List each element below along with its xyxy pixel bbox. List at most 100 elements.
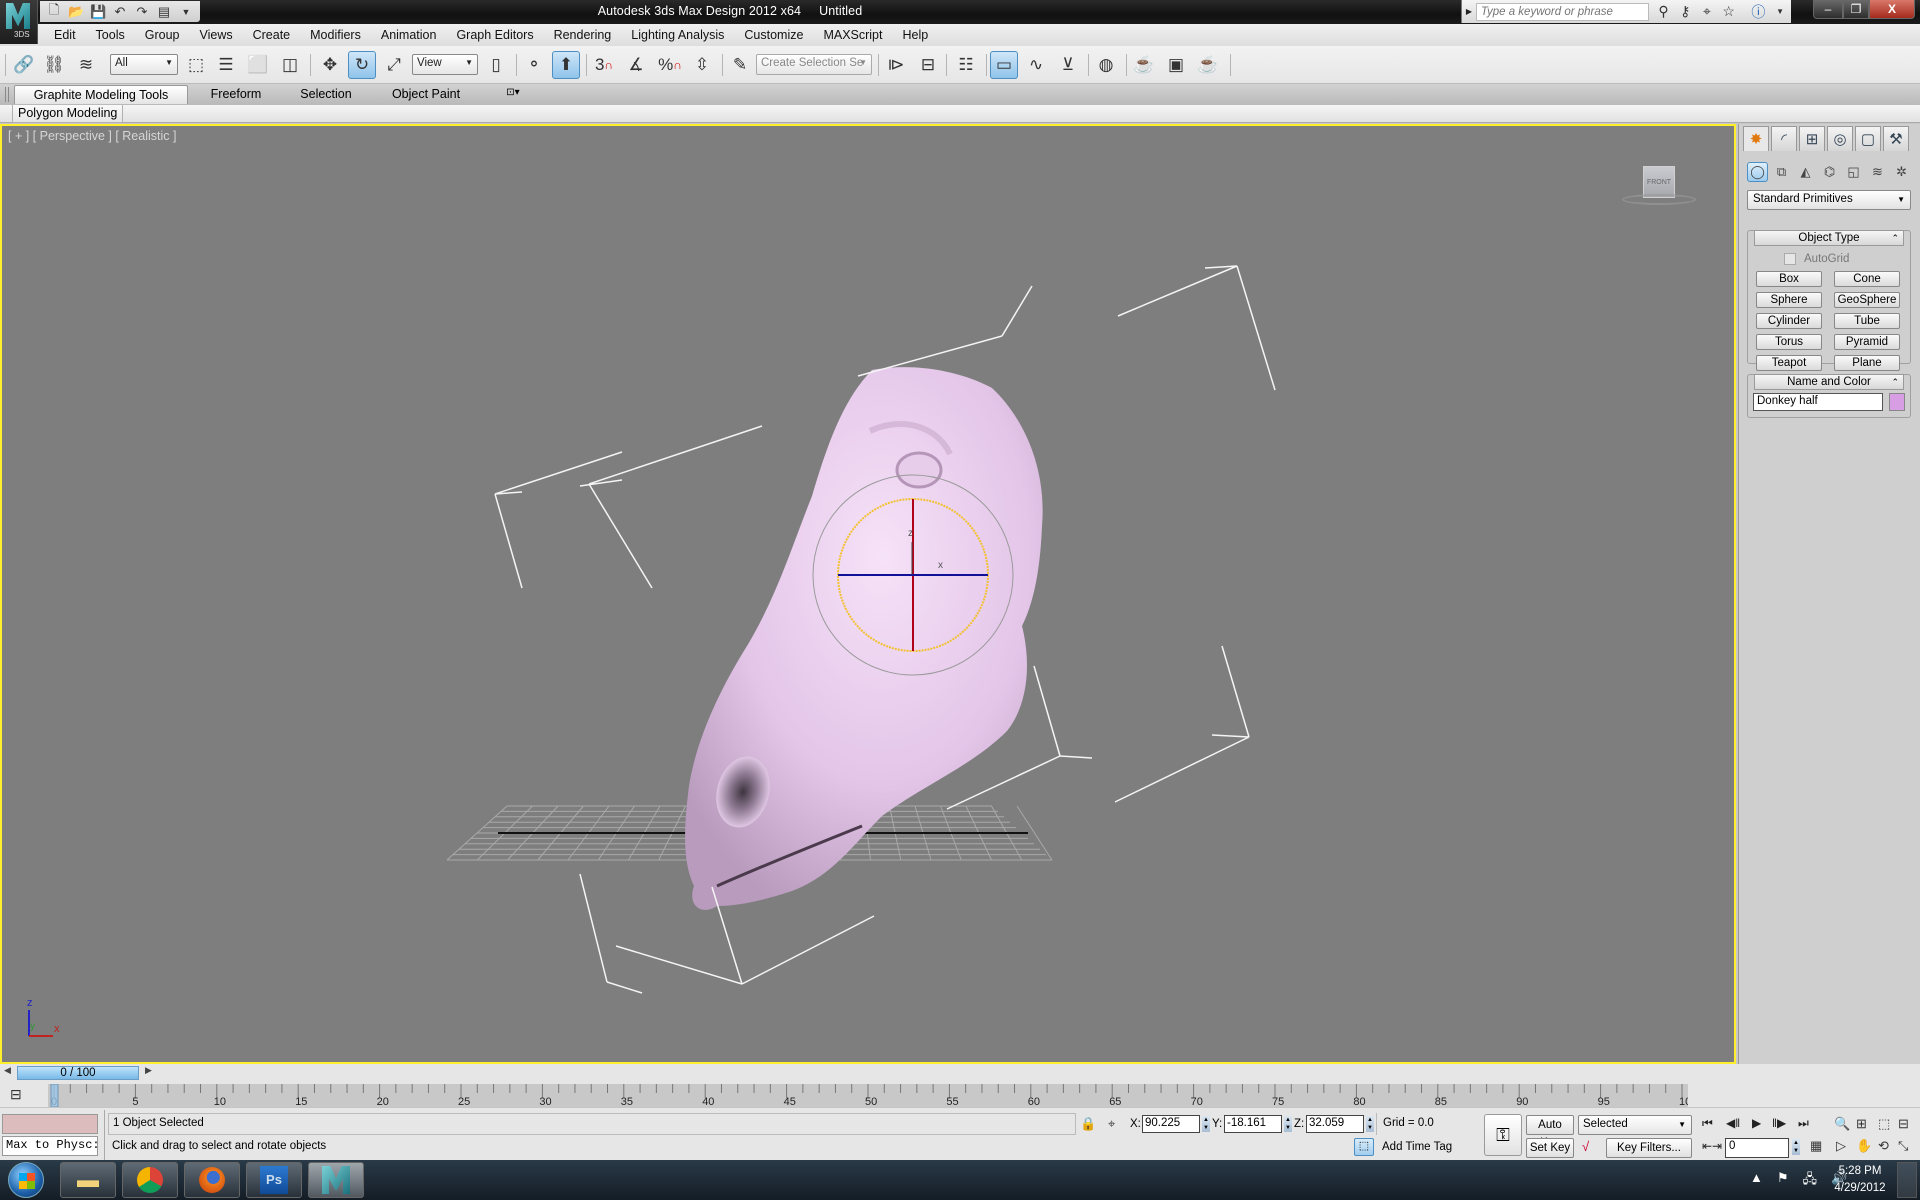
go-to-end-icon[interactable]: ⏭ [1798, 1116, 1809, 1131]
select-and-link-icon[interactable]: 🔗 [10, 51, 38, 79]
material-editor-icon[interactable]: ◍ [1092, 51, 1120, 79]
z-spinner[interactable]: ▲ ▼ [1366, 1116, 1374, 1132]
perspective-viewport[interactable]: z x z x y [ + ] [ Perspective ] [ Realis… [0, 124, 1736, 1064]
menu-customize[interactable]: Customize [744, 28, 803, 42]
space-warps-icon[interactable]: ≋ [1867, 162, 1888, 182]
track-bar-ruler[interactable]: 0510152025303540455055606570758085909510… [48, 1084, 1688, 1107]
select-object-icon[interactable]: ⬚ [182, 51, 210, 79]
viewport-label-menu[interactable]: [ + ] [ Perspective ] [ Realistic ] [8, 129, 176, 143]
primitive-type-dropdown[interactable]: Standard Primitives [1747, 190, 1911, 210]
maximize-viewport-icon[interactable]: ⤡ [1898, 1138, 1908, 1154]
teapot-button[interactable]: Teapot [1756, 355, 1822, 371]
sphere-button[interactable]: Sphere [1756, 292, 1822, 308]
display-tab-icon[interactable]: ▢ [1855, 126, 1881, 151]
add-time-tag[interactable]: Add Time Tag [1376, 1138, 1458, 1156]
help-icon[interactable]: ⓘ [1748, 2, 1770, 22]
auto-key-button[interactable]: Auto Key [1526, 1115, 1574, 1149]
select-and-scale-icon[interactable]: ⤢ [380, 51, 408, 79]
percent-snap-icon[interactable]: % ∩ [656, 51, 684, 79]
previous-frame-icon[interactable]: ◀‖ [1726, 1116, 1740, 1130]
taskbar-3dsmax[interactable] [308, 1162, 364, 1198]
autogrid-checkbox[interactable]: AutoGrid [1784, 253, 1849, 265]
menu-rendering[interactable]: Rendering [554, 28, 612, 42]
go-to-start-icon[interactable]: ⏮ [1702, 1116, 1713, 1131]
current-frame-input[interactable]: 0 [1725, 1138, 1789, 1158]
menu-modifiers[interactable]: Modifiers [310, 28, 361, 42]
unlink-icon[interactable]: ⛓ [40, 51, 68, 79]
select-and-rotate-icon[interactable]: ↻ [348, 51, 376, 79]
y-spinner[interactable]: ▲ ▼ [1284, 1116, 1292, 1132]
motion-tab-icon[interactable]: ◎ [1827, 126, 1853, 151]
zoom-extents-icon[interactable]: ⬚ [1878, 1116, 1890, 1132]
utilities-tab-icon[interactable]: ⚒ [1883, 126, 1909, 151]
keyboard-shortcut-override-icon[interactable]: ⬆ [552, 51, 580, 79]
menu-tools[interactable]: Tools [96, 28, 125, 42]
show-desktop-button[interactable] [1897, 1162, 1917, 1198]
next-frame-arrow-icon[interactable]: ▶ [145, 1065, 152, 1076]
key-mode-dropdown[interactable]: Selected [1578, 1115, 1692, 1135]
align-icon[interactable]: ⊟ [914, 51, 942, 79]
window-crossing-icon[interactable]: ◫ [276, 51, 304, 79]
menu-graph-editors[interactable]: Graph Editors [456, 28, 533, 42]
absolute-relative-toggle-icon[interactable]: ⌖ [1108, 1116, 1115, 1132]
menu-edit[interactable]: Edit [54, 28, 76, 42]
cone-button[interactable]: Cone [1834, 271, 1900, 287]
taskbar-firefox[interactable] [184, 1162, 240, 1198]
set-key-button[interactable]: Set Key [1526, 1138, 1574, 1158]
expand-arrow-icon[interactable]: ▶ [1462, 7, 1476, 16]
menu-maxscript[interactable]: MAXScript [823, 28, 882, 42]
application-menu-button[interactable]: 3DS [0, 0, 38, 44]
tab-freeform[interactable]: Freeform [206, 85, 266, 104]
close-button[interactable]: X [1869, 0, 1915, 19]
default-tangent-icon[interactable]: √ [1582, 1139, 1589, 1154]
key-icon[interactable]: ⚷ [1674, 3, 1696, 20]
polygon-modeling-panel[interactable]: Polygon Modeling [12, 105, 124, 123]
taskbar-photoshop[interactable]: Ps [246, 1162, 302, 1198]
x-coordinate-input[interactable]: 90.225 [1142, 1115, 1200, 1133]
helpers-icon[interactable]: ◱ [1843, 162, 1864, 182]
maximize-button[interactable]: ❐ [1843, 0, 1869, 19]
menu-lighting-analysis[interactable]: Lighting Analysis [631, 28, 724, 42]
minimize-button[interactable]: – [1813, 0, 1843, 19]
set-keys-key-icon[interactable]: ⚿ [1484, 1114, 1522, 1156]
box-button[interactable]: Box [1756, 271, 1822, 287]
time-configuration-icon[interactable]: ▦ [1810, 1138, 1822, 1154]
binoculars-icon[interactable]: ⚲ [1653, 3, 1675, 20]
x-spinner[interactable]: ▲ ▼ [1202, 1116, 1210, 1132]
key-mode-toggle-icon[interactable]: ⇤⇥ [1702, 1139, 1722, 1153]
selection-lock-icon[interactable]: 🔒 [1080, 1116, 1096, 1132]
y-coordinate-input[interactable]: -18.161 [1224, 1115, 1282, 1133]
help-dropdown-icon[interactable]: ▼ [1769, 7, 1791, 16]
frame-spinner[interactable]: ▲ ▼ [1792, 1139, 1800, 1155]
previous-frame-arrow-icon[interactable]: ◀ [4, 1065, 11, 1076]
next-frame-icon[interactable]: ‖▶ [1772, 1116, 1786, 1130]
select-manipulate-icon[interactable]: ⚬ [520, 51, 548, 79]
torus-button[interactable]: Torus [1756, 334, 1822, 350]
help-search-input[interactable] [1475, 2, 1649, 21]
create-tab-icon[interactable]: ✸ [1743, 126, 1769, 151]
tab-object-paint[interactable]: Object Paint [390, 85, 462, 104]
rendered-frame-window-icon[interactable]: ▣ [1162, 51, 1190, 79]
object-name-input[interactable]: Donkey half [1753, 393, 1883, 411]
select-by-name-icon[interactable]: ☰ [212, 51, 240, 79]
menu-help[interactable]: Help [902, 28, 928, 42]
object-type-header[interactable]: Object Type ⌃ [1754, 230, 1904, 246]
schematic-view-icon[interactable]: ⊻ [1054, 51, 1082, 79]
tab-selection[interactable]: Selection [296, 85, 356, 104]
reference-coordinate-dropdown[interactable]: View [412, 54, 478, 75]
pivot-center-icon[interactable]: ▯ [482, 51, 510, 79]
selection-filter-dropdown[interactable]: All [110, 54, 178, 75]
edit-named-selection-icon[interactable]: ✎ [726, 51, 754, 79]
geosphere-button[interactable]: GeoSphere [1834, 292, 1900, 308]
graphite-ribbon-toggle-icon[interactable]: ▭ [990, 51, 1018, 79]
maxscript-listener-output[interactable] [2, 1114, 98, 1134]
system-clock[interactable]: 5:28 PM 4/29/2012 [1830, 1163, 1890, 1197]
time-slider-thumb[interactable]: 0 / 100 [17, 1066, 139, 1080]
zoom-icon[interactable]: 🔍 [1834, 1116, 1850, 1132]
geometry-icon[interactable]: ◯ [1747, 162, 1768, 182]
cylinder-button[interactable]: Cylinder [1756, 313, 1822, 329]
mirror-icon[interactable]: ⧐ [882, 51, 910, 79]
play-icon[interactable]: ▶ [1752, 1116, 1761, 1130]
menu-create[interactable]: Create [253, 28, 291, 42]
action-center-flag-icon[interactable]: ⚑ [1777, 1170, 1789, 1192]
